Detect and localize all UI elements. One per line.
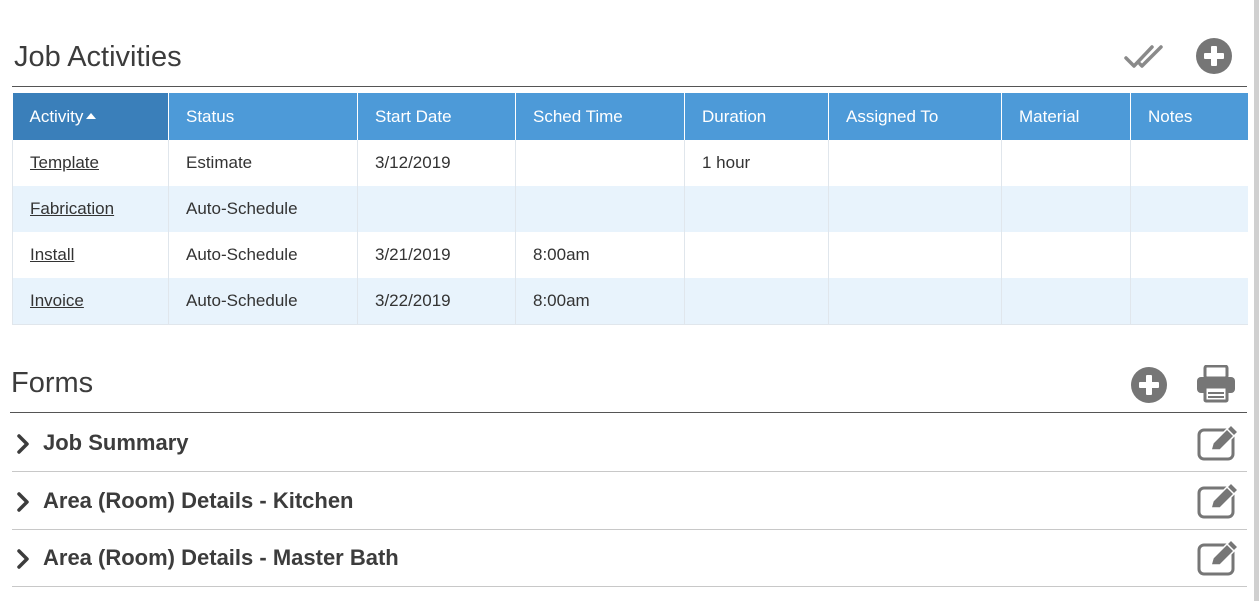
sort-ascending-icon [86,112,97,119]
table-row: Fabrication Auto-Schedule [12,186,1248,232]
forms-header: Forms [10,350,1247,413]
column-header-activity[interactable]: Activity [12,93,169,140]
form-item-job-summary[interactable]: Job Summary [12,414,1247,472]
column-header-assigned-to[interactable]: Assigned To [828,93,1002,140]
double-check-icon[interactable] [1124,43,1168,71]
duration-cell: 1 hour [684,140,829,186]
column-header-notes[interactable]: Notes [1130,93,1248,140]
table-row: Invoice Auto-Schedule 3/22/2019 8:00am [12,278,1248,325]
edit-icon[interactable] [1197,483,1241,519]
material-cell [1001,140,1131,186]
notes-cell [1130,186,1248,232]
start-date-cell: 3/22/2019 [357,278,516,325]
job-activities-table: Activity Status Start Date Sched Time Du… [12,93,1248,325]
form-title: Area (Room) Details - Kitchen [43,488,354,513]
activity-link[interactable]: Fabrication [30,199,114,218]
activity-cell: Invoice [12,278,169,325]
column-header-status[interactable]: Status [168,93,358,140]
sched-time-cell [515,186,685,232]
print-button[interactable] [1195,365,1237,403]
column-header-label: Activity [29,106,84,126]
material-cell [1001,278,1131,325]
column-header-start-date[interactable]: Start Date [357,93,516,140]
material-cell [1001,232,1131,278]
column-header-duration[interactable]: Duration [684,93,829,140]
activity-link[interactable]: Install [30,245,74,264]
table-row: Template Estimate 3/12/2019 1 hour [12,140,1248,186]
chevron-right-icon [17,492,29,512]
material-cell [1001,186,1131,232]
table-row: Install Auto-Schedule 3/21/2019 8:00am [12,232,1248,278]
scrollbar-track[interactable] [1254,0,1259,601]
sched-time-cell: 8:00am [515,278,685,325]
notes-cell [1130,232,1248,278]
add-form-button[interactable] [1130,366,1168,404]
assigned-to-cell [828,278,1002,325]
table-header-row: Activity Status Start Date Sched Time Du… [12,93,1248,140]
form-title: Area (Room) Details - Master Bath [43,545,399,570]
chevron-right-icon [17,549,29,569]
activity-cell: Install [12,232,169,278]
start-date-cell: 3/21/2019 [357,232,516,278]
add-activity-button[interactable] [1195,37,1233,75]
activity-link[interactable]: Template [30,153,99,172]
column-header-sched-time[interactable]: Sched Time [515,93,685,140]
assigned-to-cell [828,186,1002,232]
column-header-material[interactable]: Material [1001,93,1131,140]
duration-cell [684,278,829,325]
status-cell: Estimate [168,140,358,186]
sched-time-cell [515,140,685,186]
form-item-area-master-bath[interactable]: Area (Room) Details - Master Bath [12,529,1247,587]
status-cell: Auto-Schedule [168,232,358,278]
notes-cell [1130,140,1248,186]
form-item-area-kitchen[interactable]: Area (Room) Details - Kitchen [12,472,1247,530]
assigned-to-cell [828,232,1002,278]
duration-cell [684,186,829,232]
activity-link[interactable]: Invoice [30,291,84,310]
forms-title: Forms [11,367,94,399]
form-title: Job Summary [43,430,189,455]
status-cell: Auto-Schedule [168,278,358,325]
status-cell: Auto-Schedule [168,186,358,232]
activity-cell: Fabrication [12,186,169,232]
activity-cell: Template [12,140,169,186]
edit-icon[interactable] [1197,425,1241,461]
edit-icon[interactable] [1197,540,1241,576]
scrollbar-thumb[interactable] [1254,0,1259,601]
job-activities-header: Job Activities [12,0,1247,87]
assigned-to-cell [828,140,1002,186]
sched-time-cell: 8:00am [515,232,685,278]
start-date-cell [357,186,516,232]
chevron-right-icon [17,434,29,454]
duration-cell [684,232,829,278]
job-activities-title: Job Activities [14,41,182,73]
start-date-cell: 3/12/2019 [357,140,516,186]
notes-cell [1130,278,1248,325]
